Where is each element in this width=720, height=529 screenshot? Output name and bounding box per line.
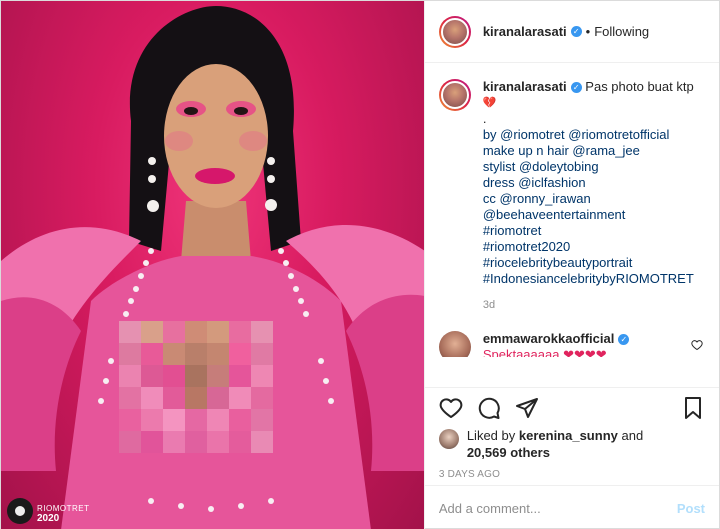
likes-and: and	[621, 428, 644, 443]
caption-line[interactable]: dress @iclfashion	[483, 175, 705, 191]
hashtag[interactable]: #IndonesiancelebritybyRIOMOTRET	[483, 271, 705, 287]
caption-line[interactable]: @beehaveentertainment	[483, 207, 705, 223]
caption: kiranalarasati ✓ Pas photo buat ktp 💔 . b…	[438, 79, 705, 313]
hashtag[interactable]: #riomotret	[483, 223, 705, 239]
photographer-watermark: RIOMOTRET 2020	[7, 498, 90, 524]
liked-by-label: Liked by	[466, 428, 516, 443]
comment-text: Spektaaaaaa ❤❤❤❤	[482, 347, 607, 357]
watermark-text: RIOMOTRET	[37, 504, 90, 513]
watermark-year: 2020	[37, 513, 60, 524]
caption-line: .	[482, 111, 487, 126]
post-photo[interactable]: RIOMOTRET 2020	[1, 1, 424, 529]
caption-avatar[interactable]	[438, 79, 471, 111]
add-comment-bar: Post	[424, 485, 719, 529]
avatar[interactable]	[438, 15, 471, 48]
separator-dot: •	[585, 24, 591, 39]
comment-body: emmawarokkaofficial ✓ Spektaaaaaa ❤❤❤❤	[483, 331, 705, 357]
share-icon[interactable]	[515, 396, 539, 420]
liker-username[interactable]: kerenina_sunny	[519, 428, 618, 443]
post-comment-button[interactable]: Post	[677, 501, 705, 516]
caption-line[interactable]: by @riomotret @riomotretofficial	[483, 127, 705, 143]
caption-time[interactable]: 3d	[483, 297, 705, 313]
likes-summary: Liked by kerenina_sunny and 20,569 other…	[425, 427, 719, 465]
portrait-illustration	[1, 6, 424, 529]
broken-heart-emoji: 💔	[482, 97, 497, 109]
post-header: kiranalarasati ✓ • Following	[424, 1, 719, 63]
header-username[interactable]: kiranalarasati	[483, 24, 567, 39]
verified-badge-icon: ✓	[618, 334, 630, 346]
verified-badge-icon: ✓	[570, 82, 582, 94]
likes-text: Liked by kerenina_sunny and 20,569 other…	[467, 427, 643, 461]
instagram-post: RIOMOTRET 2020 kiranalarasati ✓ • Follow…	[0, 0, 720, 529]
comments-section: kiranalarasati ✓ Pas photo buat ktp 💔 . b…	[425, 63, 719, 387]
caption-text: Pas photo buat ktp	[585, 79, 694, 94]
verified-badge-icon: ✓	[570, 26, 582, 37]
following-button[interactable]: Following	[594, 24, 649, 39]
comment-input[interactable]	[438, 500, 677, 516]
action-bar	[424, 387, 719, 427]
caption-line[interactable]: make up n hair @rama_jee	[483, 143, 705, 159]
caption-line[interactable]: stylist @doleytobing	[483, 159, 705, 175]
commenter-username[interactable]: emmawarokkaofficial	[483, 331, 615, 346]
hashtag[interactable]: #riocelebritybeautyportrait	[483, 255, 705, 271]
caption-username[interactable]: kiranalarasati	[483, 79, 567, 94]
comment-like-heart-icon[interactable]	[691, 339, 703, 351]
post-date[interactable]: 3 DAYS AGO	[425, 465, 719, 485]
caption-line[interactable]: cc @ronny_irawan	[483, 191, 705, 207]
comment-item: emmawarokkaofficial ✓ Spektaaaaaa ❤❤❤❤	[438, 331, 705, 357]
heart-icon[interactable]	[439, 396, 463, 420]
liker-avatar[interactable]	[438, 429, 459, 449]
comment-icon[interactable]	[477, 396, 501, 420]
watermark-logo-icon	[7, 498, 33, 524]
bookmark-icon[interactable]	[681, 396, 705, 420]
caption-body: kiranalarasati ✓ Pas photo buat ktp 💔 . b…	[483, 79, 705, 313]
post-sidebar: kiranalarasati ✓ • Following kiranalaras…	[423, 1, 719, 529]
commenter-avatar[interactable]	[438, 331, 471, 357]
likes-count[interactable]: 20,569 others	[467, 445, 550, 460]
hashtag[interactable]: #riomotret2020	[483, 239, 705, 255]
